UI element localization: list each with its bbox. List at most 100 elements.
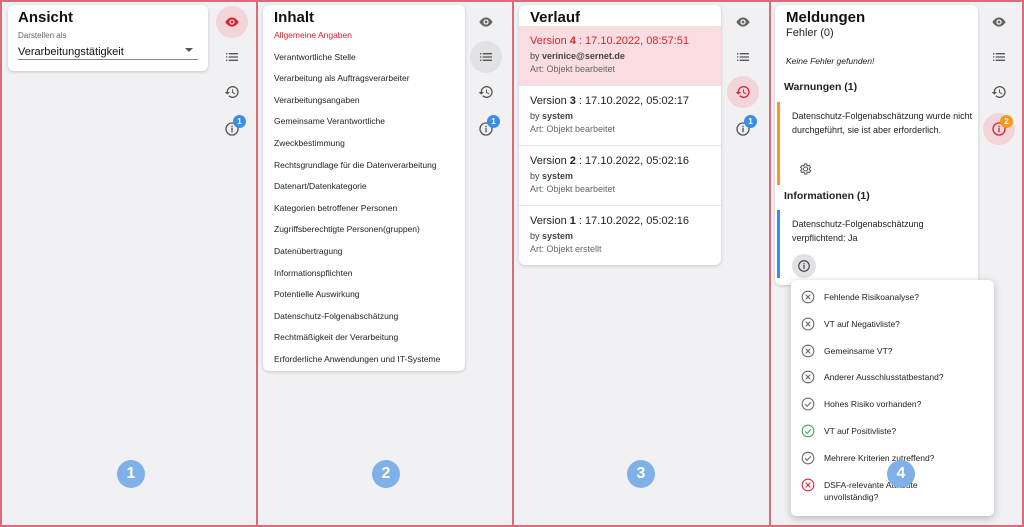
nav-item[interactable]: Erforderliche Anwendungen und IT-Systeme xyxy=(263,349,465,371)
author-name: verinice@sernet.de xyxy=(542,51,625,61)
version-title: Version 1 : 17.10.2022, 05:02:16 xyxy=(530,215,721,227)
warning-message: Datenschutz-Folgenabschätzung wurde nich… xyxy=(777,102,973,185)
warnings-heading: Warnungen (1) xyxy=(784,81,858,93)
view-button[interactable] xyxy=(983,6,1015,38)
ansicht-card: Ansicht Darstellen als Verarbeitungstäti… xyxy=(8,5,208,71)
display-as-select[interactable]: Verarbeitungstätigkeit xyxy=(18,42,198,60)
nav-item[interactable]: Datenschutz-Folgenabschätzung xyxy=(263,306,465,328)
panel-title: Meldungen xyxy=(786,9,866,26)
criteria-item[interactable]: Anderer Ausschlusstatbestand? xyxy=(801,370,974,384)
verlauf-card: Verlauf Version 4 : 17.10.2022, 08:57:51… xyxy=(519,5,721,265)
panel-meldungen: Meldungen Fehler (0) Keine Fehler gefund… xyxy=(769,0,1024,527)
panel-verlauf: Verlauf Version 4 : 17.10.2022, 08:57:51… xyxy=(512,0,771,527)
history-button[interactable] xyxy=(470,76,502,108)
version-type: Art: Objekt bearbeitet xyxy=(530,124,616,134)
version-date: : 17.10.2022, 05:02:16 xyxy=(575,155,690,167)
view-button[interactable] xyxy=(216,6,248,38)
version-prefix: Version xyxy=(530,35,570,47)
app-stage: Ansicht Darstellen als Verarbeitungstäti… xyxy=(0,0,1024,527)
nav-item[interactable]: Kategorien betroffener Personen xyxy=(263,198,465,220)
messages-button[interactable]: 1 xyxy=(470,113,502,145)
version-row[interactable]: Version 3 : 17.10.2022, 05:02:17 by syste… xyxy=(519,86,721,146)
version-row[interactable]: Version 1 : 17.10.2022, 05:02:16 by syste… xyxy=(519,206,721,265)
history-button[interactable] xyxy=(216,76,248,108)
version-row[interactable]: Version 4 : 17.10.2022, 08:57:51 by verin… xyxy=(519,26,721,86)
messages-button[interactable]: 2 xyxy=(983,113,1015,145)
x-circle-icon xyxy=(801,290,815,304)
history-icon xyxy=(991,86,1006,98)
gear-icon[interactable] xyxy=(798,162,812,176)
content-button[interactable] xyxy=(983,41,1015,73)
criteria-label: VT auf Negativliste? xyxy=(824,318,900,329)
nav-item[interactable]: Gemeinsame Verantwortliche xyxy=(263,111,465,133)
x-circle-icon xyxy=(801,371,815,384)
nav-item[interactable]: Allgemeine Angaben xyxy=(263,25,465,47)
criteria-label: Gemeinsame VT? xyxy=(824,345,893,356)
eye-icon xyxy=(479,17,493,27)
nav-item[interactable]: Verarbeitungsangaben xyxy=(263,90,465,112)
panel-title: Verlauf xyxy=(530,9,581,26)
criteria-item[interactable]: Fehlende Risikoanalyse? xyxy=(801,290,974,304)
info-heading: Informationen (1) xyxy=(784,190,870,202)
version-type: Art: Objekt erstellt xyxy=(530,244,602,254)
nav-item[interactable]: Datenübertragung xyxy=(263,241,465,263)
list-icon xyxy=(993,53,1005,61)
history-button[interactable] xyxy=(983,76,1015,108)
nav-item[interactable]: Potentielle Auswirkung xyxy=(263,284,465,306)
eye-icon xyxy=(736,17,750,27)
content-button[interactable] xyxy=(727,41,759,73)
nav-item[interactable]: Rechtsgrundlage für die Datenverarbeitun… xyxy=(263,155,465,177)
criteria-label: VT auf Positivliste? xyxy=(824,426,897,436)
history-icon xyxy=(478,86,493,98)
info-badge: 1 xyxy=(744,115,757,128)
step-number: 1 xyxy=(117,460,145,488)
messages-button[interactable]: 1 xyxy=(216,113,248,145)
x-circle-icon xyxy=(801,317,815,331)
step-number: 3 xyxy=(627,460,655,488)
author-name: system xyxy=(542,231,574,241)
nav-item[interactable]: Rechtmäßigkeit der Verarbeitung xyxy=(263,327,465,349)
version-author: by verinice@sernet.de xyxy=(530,51,721,61)
info-badge: 1 xyxy=(487,115,500,128)
dropdown-arrow-icon xyxy=(185,48,193,52)
content-button[interactable] xyxy=(470,41,502,73)
panel-inhalt: Inhalt Allgemeine Angaben Verantwortliche… xyxy=(256,0,514,527)
version-author: by system xyxy=(530,231,721,241)
history-button[interactable] xyxy=(727,76,759,108)
nav-item[interactable]: Verarbeitung als Auftragsverarbeiter xyxy=(263,68,465,90)
version-date: : 17.10.2022, 08:57:51 xyxy=(575,35,690,47)
version-title: Version 2 : 17.10.2022, 05:02:16 xyxy=(530,155,721,167)
info-message: Datenschutz-Folgenabschätzung verpflicht… xyxy=(777,210,973,278)
criteria-item[interactable]: DSFA-relevante Attribute unvollständig? xyxy=(801,478,974,503)
warning-text: Datenschutz-Folgenabschätzung wurde nich… xyxy=(792,111,973,135)
x-circle-icon xyxy=(801,478,815,491)
inhalt-card: Inhalt Allgemeine Angaben Verantwortliche… xyxy=(263,5,465,371)
nav-item[interactable]: Zugriffsberechtigte Personen(gruppen) xyxy=(263,219,465,241)
author-prefix: by xyxy=(530,231,543,241)
criteria-item[interactable]: Mehrere Kriterien zutreffend? xyxy=(801,451,974,465)
nav-item[interactable]: Informationspflichten xyxy=(263,263,465,285)
info-icon xyxy=(798,260,810,272)
version-type: Art: Objekt bearbeitet xyxy=(530,64,616,74)
nav-item[interactable]: Datenart/Datenkategorie xyxy=(263,176,465,198)
criteria-item[interactable]: Gemeinsame VT? xyxy=(801,344,974,358)
criteria-item[interactable]: VT auf Positivliste? xyxy=(801,424,974,438)
content-nav-list: Allgemeine Angaben Verantwortliche Stelle… xyxy=(263,25,465,371)
messages-button[interactable]: 1 xyxy=(727,113,759,145)
criteria-label: Hohes Risiko vorhanden? xyxy=(824,399,922,410)
version-prefix: Version xyxy=(530,155,570,167)
criteria-item[interactable]: Hohes Risiko vorhanden? xyxy=(801,397,974,411)
version-title: Version 3 : 17.10.2022, 05:02:17 xyxy=(530,95,721,107)
view-button[interactable] xyxy=(470,6,502,38)
criteria-item[interactable]: VT auf Negativliste? xyxy=(801,317,974,331)
warning-badge: 2 xyxy=(1000,115,1013,128)
nav-item[interactable]: Verantwortliche Stelle xyxy=(263,47,465,69)
info-detail-button[interactable] xyxy=(792,254,816,278)
info-badge: 1 xyxy=(233,115,246,128)
check-circle-icon xyxy=(801,451,815,465)
view-button[interactable] xyxy=(727,6,759,38)
version-row[interactable]: Version 2 : 17.10.2022, 05:02:16 by syste… xyxy=(519,146,721,206)
content-button[interactable] xyxy=(216,41,248,73)
version-type: Art: Objekt bearbeitet xyxy=(530,184,616,194)
nav-item[interactable]: Zweckbestimmung xyxy=(263,133,465,155)
